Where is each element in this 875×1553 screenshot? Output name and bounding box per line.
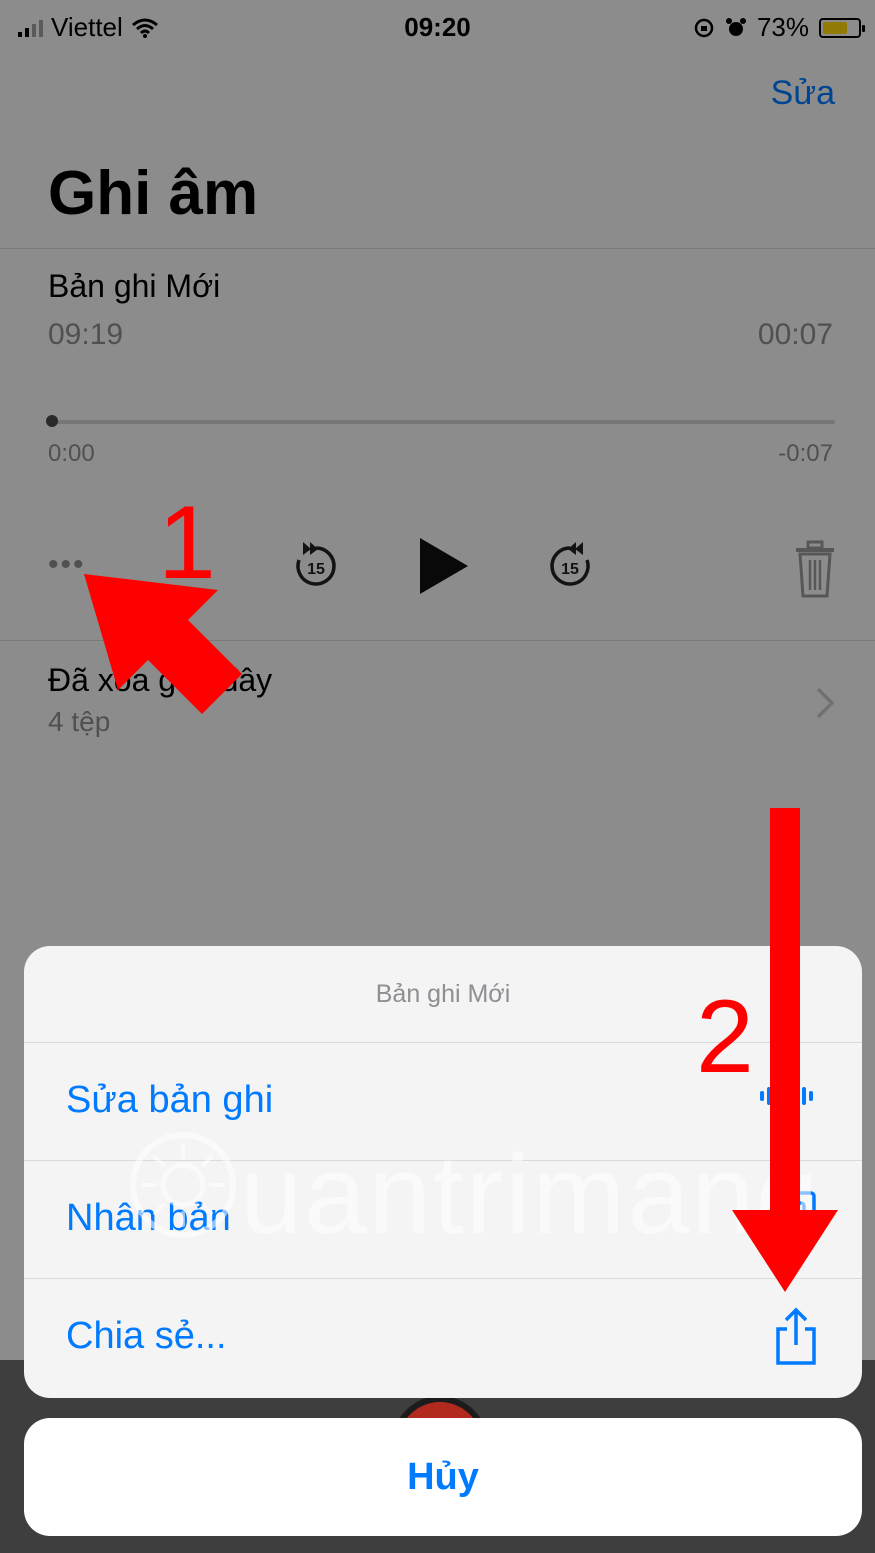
share-icon xyxy=(776,1307,816,1365)
share-option[interactable]: Chia sẻ... xyxy=(24,1279,862,1397)
share-label: Chia sẻ... xyxy=(66,1315,227,1357)
cancel-button[interactable]: Hủy xyxy=(24,1418,862,1536)
watermark-sun-icon xyxy=(130,1132,236,1238)
step-1-arrow-icon xyxy=(84,574,242,714)
edit-recording-label: Sửa bản ghi xyxy=(66,1079,274,1121)
step-2-arrow-icon xyxy=(732,808,838,1292)
